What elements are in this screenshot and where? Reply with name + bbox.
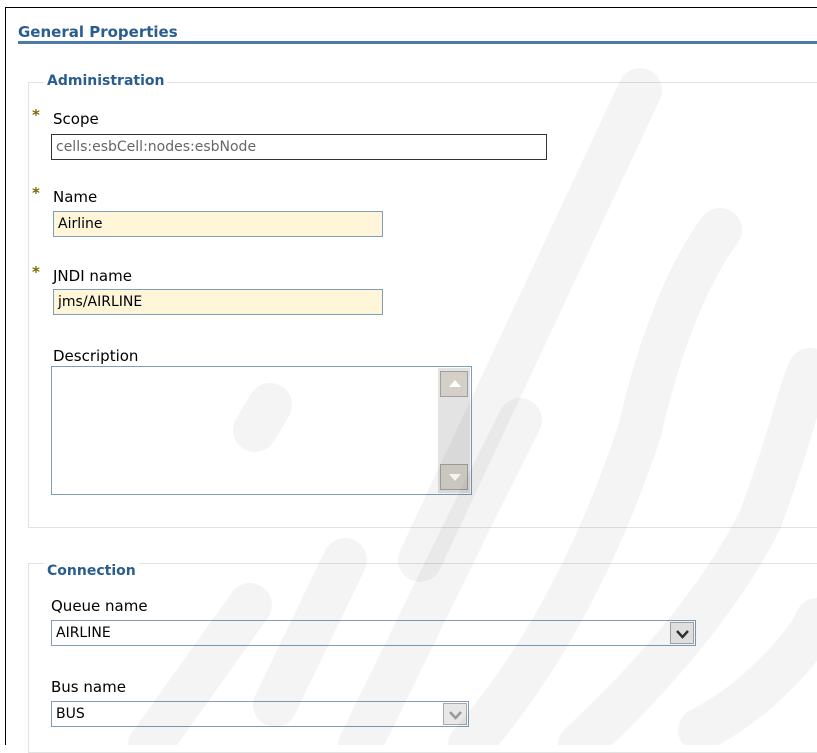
arrow-up-icon	[449, 380, 461, 387]
queue-dropdown-button[interactable]	[670, 622, 694, 644]
description-scrollbar[interactable]	[438, 368, 470, 493]
description-textarea[interactable]	[51, 366, 472, 495]
description-label: Description	[53, 347, 139, 365]
title-divider	[18, 41, 817, 44]
administration-legend: Administration	[44, 73, 168, 89]
required-marker-icon: *	[32, 263, 40, 281]
scope-field: cells:esbCell:nodes:esbNode	[51, 134, 547, 160]
bus-dropdown-button[interactable]	[443, 703, 467, 725]
scroll-down-button[interactable]	[440, 464, 468, 490]
queue-name-selected: AIRLINE	[56, 625, 111, 641]
required-marker-icon: *	[32, 184, 40, 202]
bus-name-label: Bus name	[51, 678, 126, 696]
chevron-down-icon	[449, 711, 462, 720]
bus-name-selected: BUS	[56, 706, 85, 722]
name-label: Name	[53, 188, 98, 206]
queue-name-label: Queue name	[51, 597, 148, 615]
required-marker-icon: *	[32, 106, 40, 124]
connection-legend: Connection	[44, 563, 139, 579]
scroll-up-button[interactable]	[440, 371, 468, 397]
bus-name-select[interactable]: BUS	[51, 701, 469, 727]
name-input[interactable]: Airline	[53, 211, 383, 237]
jndi-name-label: JNDI name	[53, 267, 132, 285]
general-properties-title: General Properties	[18, 23, 178, 41]
arrow-down-icon	[449, 474, 461, 481]
jndi-name-input[interactable]: jms/AIRLINE	[53, 289, 383, 315]
queue-name-select[interactable]: AIRLINE	[51, 620, 696, 646]
scope-label: Scope	[53, 110, 99, 128]
chevron-down-icon	[676, 630, 689, 639]
